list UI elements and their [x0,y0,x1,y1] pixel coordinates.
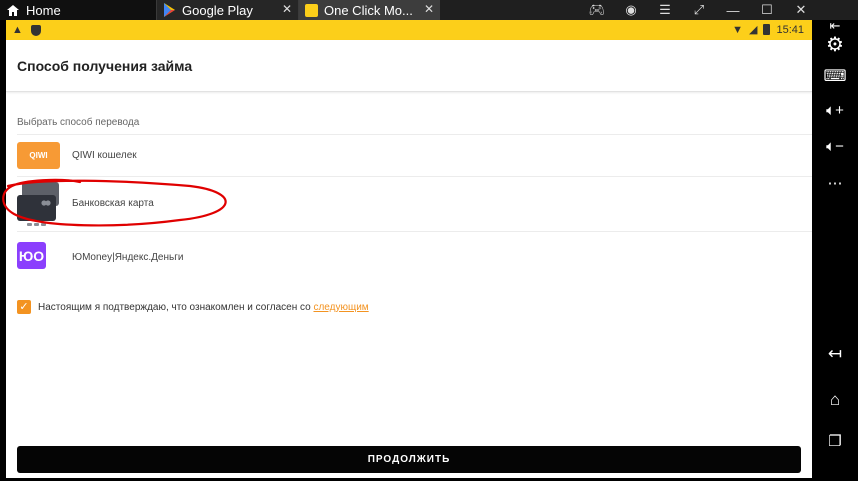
consent-label: Настоящим я подтверждаю, что ознакомлен … [38,301,311,313]
consent-checkbox[interactable]: ✓ [17,300,31,314]
qiwi-icon: QIWI [17,142,60,169]
page-title: Способ получения займа [17,58,193,74]
emulator-tab-bar: Home Google Play ✕ One Click Mo... ✕ 🎮︎ … [0,0,858,20]
terms-link[interactable]: следующим [313,302,368,313]
volume-up-icon[interactable]: 🔈︎+ [812,102,858,119]
shield-icon [30,24,41,36]
method-bank-card[interactable]: Банковская карта [17,176,812,231]
wifi-icon: ▼ [732,23,743,36]
method-label: ЮMoney|Яндекс.Деньги [72,252,184,263]
qiwi-logo: QIWI [29,151,48,160]
window-controls: 🎮︎ ◉ ☰ ⤢ — ☐ ✕ [580,0,818,20]
menu-icon[interactable]: ☰ [648,2,682,18]
home-icon [7,4,19,16]
signal-icon: ◢ [749,24,758,36]
yoomoney-logo: ЮO [18,247,45,264]
app-header: Способ получения займа [6,40,812,92]
android-home-icon[interactable]: ⌂ [812,390,858,410]
tab-app[interactable]: One Click Mo... ✕ [298,0,440,20]
yoomoney-icon: ЮO [17,242,46,269]
continue-button[interactable]: ПРОДОЛЖИТЬ [17,446,801,473]
emulator-window: Home Google Play ✕ One Click Mo... ✕ 🎮︎ … [0,0,858,481]
close-tab-icon[interactable]: ✕ [424,2,434,16]
tab-home[interactable]: Home [0,0,156,20]
tab-label: Google Play [182,2,253,18]
emulator-sidebar: ⇤ ⚙ ⌨ 🔈︎+ 🔈︎− ⋯ ↤ ⌂ ❐ [812,18,858,481]
resize-icon[interactable]: ⤢ [682,2,716,18]
tab-google-play[interactable]: Google Play ✕ [156,0,298,20]
volume-down-icon[interactable]: 🔈︎− [812,138,858,155]
method-qiwi[interactable]: QIWI QIWI кошелек [17,134,812,176]
google-play-icon [164,3,175,17]
status-right: ▼ ◢ 15:41 [732,23,804,37]
account-icon[interactable]: ◉ [614,2,648,18]
settings-icon[interactable]: ⚙ [812,32,858,57]
minimize-icon[interactable]: — [716,3,750,18]
section-label: Выбрать способ перевода [17,117,140,128]
method-label: Банковская карта [72,198,154,209]
back-icon[interactable]: ↤ [812,344,858,364]
recent-apps-icon[interactable]: ❐ [812,432,858,450]
maximize-icon[interactable]: ☐ [750,2,784,18]
warning-icon: ▲ [12,24,23,36]
tab-label: Home [26,2,61,18]
tab-label: One Click Mo... [324,2,413,18]
keyboard-icon[interactable]: ⌨ [812,66,858,86]
consent-text: Настоящим я подтверждаю, что ознакомлен … [38,302,369,313]
status-bar: ▲ ▼ ◢ 15:41 [6,20,812,40]
close-tab-icon[interactable]: ✕ [282,2,292,16]
battery-icon [763,24,771,35]
android-screen: ▲ ▼ ◢ 15:41 Способ получения займа Выбра… [6,20,812,478]
clock: 15:41 [776,23,804,36]
consent-row: ✓ Настоящим я подтверждаю, что ознакомле… [17,300,369,314]
method-label: QIWI кошелек [72,150,137,161]
more-icon[interactable]: ⋯ [812,174,858,192]
bank-card-icon [17,182,60,226]
close-icon[interactable]: ✕ [784,2,818,18]
gamepad-icon[interactable]: 🎮︎ [580,2,614,18]
app-icon [305,3,318,17]
method-yoomoney[interactable]: ЮO ЮMoney|Яндекс.Деньги [17,231,812,276]
